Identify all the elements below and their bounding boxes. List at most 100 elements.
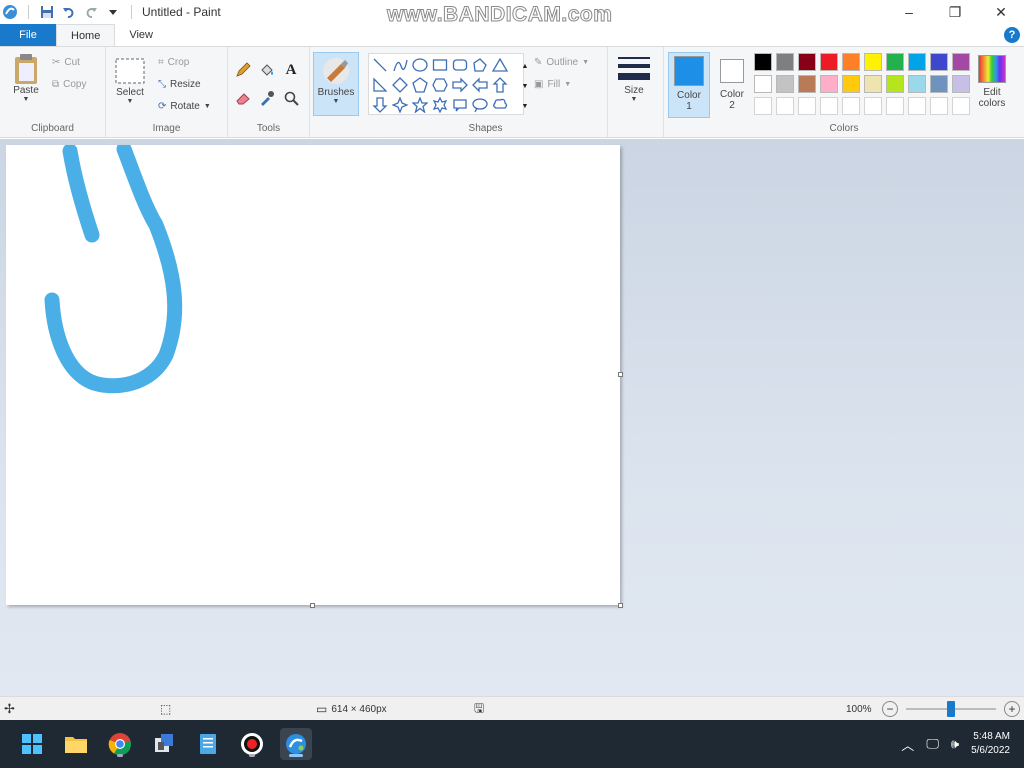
custom-color-slot[interactable] <box>776 97 794 115</box>
color1-button[interactable]: Color 1 <box>668 52 710 118</box>
canvas-resize-handle-bottom[interactable] <box>310 603 315 608</box>
palette-swatch[interactable] <box>886 53 904 71</box>
color-picker-icon[interactable] <box>258 89 276 107</box>
custom-color-slot[interactable] <box>952 97 970 115</box>
file-explorer-taskbar-button[interactable] <box>60 728 92 760</box>
app-taskbar-button[interactable] <box>148 728 180 760</box>
custom-color-slot[interactable] <box>930 97 948 115</box>
polygon-shape-icon[interactable] <box>471 56 489 74</box>
edit-colors-button[interactable]: Edit colors <box>972 55 1012 109</box>
paint-app-icon[interactable] <box>2 4 18 20</box>
six-point-star-shape-icon[interactable] <box>431 96 449 114</box>
start-button[interactable] <box>16 728 48 760</box>
crop-button[interactable]: ⌗ Crop <box>158 57 189 68</box>
chevron-up-icon[interactable]: ︿ <box>901 735 914 754</box>
palette-swatch[interactable] <box>776 53 794 71</box>
color2-button[interactable]: Color 2 <box>712 53 752 111</box>
pencil-icon[interactable] <box>234 61 252 79</box>
copy-button[interactable]: ⧉ Copy <box>52 79 87 90</box>
canvas-resize-handle-corner[interactable] <box>618 603 623 608</box>
select-button[interactable]: Select ▼ <box>114 55 146 105</box>
palette-swatch[interactable] <box>930 75 948 93</box>
cloud-callout-shape-icon[interactable] <box>491 96 509 114</box>
outline-button[interactable]: ✎ Outline ▼ <box>534 57 589 68</box>
redo-icon[interactable] <box>83 4 99 20</box>
left-arrow-shape-icon[interactable] <box>471 76 489 94</box>
palette-swatch[interactable] <box>864 75 882 93</box>
palette-swatch[interactable] <box>754 53 772 71</box>
custom-color-slot[interactable] <box>886 97 904 115</box>
hexagon-shape-icon[interactable] <box>431 76 449 94</box>
palette-swatch[interactable] <box>776 75 794 93</box>
palette-swatch[interactable] <box>820 53 838 71</box>
size-button[interactable]: Size ▼ <box>618 53 650 103</box>
fill-bucket-icon[interactable] <box>258 61 276 79</box>
chrome-taskbar-button[interactable] <box>104 728 136 760</box>
five-point-star-shape-icon[interactable] <box>411 96 429 114</box>
custom-color-slot[interactable] <box>908 97 926 115</box>
volume-icon[interactable]: 🕪 <box>951 736 959 752</box>
oval-callout-shape-icon[interactable] <box>471 96 489 114</box>
palette-swatch[interactable] <box>952 75 970 93</box>
zoom-slider-thumb[interactable] <box>947 701 955 717</box>
zoom-out-button[interactable]: − <box>882 701 898 717</box>
notepad-taskbar-button[interactable] <box>192 728 224 760</box>
resize-button[interactable]: ⤡ Resize <box>158 79 201 90</box>
pentagon-shape-icon[interactable] <box>411 76 429 94</box>
bandicam-taskbar-button[interactable] <box>236 728 268 760</box>
custom-color-slot[interactable] <box>798 97 816 115</box>
rectangle-shape-icon[interactable] <box>431 56 449 74</box>
magnifier-icon[interactable] <box>282 89 300 107</box>
zoom-in-button[interactable]: + <box>1004 701 1020 717</box>
minimize-button[interactable]: – <box>886 0 932 24</box>
shapes-expand-icon[interactable]: ▼ <box>516 97 534 115</box>
palette-swatch[interactable] <box>842 53 860 71</box>
tab-home[interactable]: Home <box>56 24 116 46</box>
text-tool-icon[interactable]: A <box>282 61 300 79</box>
save-icon[interactable] <box>39 4 55 20</box>
oval-shape-icon[interactable] <box>411 56 429 74</box>
canvas-resize-handle-right[interactable] <box>618 372 623 377</box>
palette-swatch[interactable] <box>930 53 948 71</box>
custom-color-slot[interactable] <box>864 97 882 115</box>
palette-swatch[interactable] <box>864 53 882 71</box>
paste-button[interactable]: Paste ▼ <box>10 53 42 103</box>
eraser-icon[interactable] <box>234 89 252 107</box>
line-shape-icon[interactable] <box>371 56 389 74</box>
cut-button[interactable]: ✂ Cut <box>52 57 80 68</box>
custom-color-slot[interactable] <box>820 97 838 115</box>
shapes-scroll-up-icon[interactable]: ▲ <box>516 57 534 75</box>
right-arrow-shape-icon[interactable] <box>451 76 469 94</box>
tab-view[interactable]: View <box>115 24 167 46</box>
palette-swatch[interactable] <box>842 75 860 93</box>
down-arrow-shape-icon[interactable] <box>371 96 389 114</box>
maximize-button[interactable]: ❐ <box>932 0 978 24</box>
palette-swatch[interactable] <box>798 75 816 93</box>
paint-taskbar-button[interactable] <box>280 728 312 760</box>
four-point-star-shape-icon[interactable] <box>391 96 409 114</box>
diamond-shape-icon[interactable] <box>391 76 409 94</box>
fill-button[interactable]: ▣ Fill ▼ <box>534 79 571 90</box>
help-button[interactable]: ? <box>1004 27 1020 43</box>
custom-color-slot[interactable] <box>842 97 860 115</box>
undo-icon[interactable] <box>61 4 77 20</box>
right-triangle-shape-icon[interactable] <box>371 76 389 94</box>
up-arrow-shape-icon[interactable] <box>491 76 509 94</box>
drawing-canvas[interactable] <box>6 141 620 605</box>
palette-swatch[interactable] <box>952 53 970 71</box>
customize-qat-icon[interactable] <box>105 4 121 20</box>
shapes-scroll-down-icon[interactable]: ▼ <box>516 77 534 95</box>
clock[interactable]: 5:48 AM 5/6/2022 <box>971 730 1010 758</box>
palette-swatch[interactable] <box>886 75 904 93</box>
palette-swatch[interactable] <box>908 75 926 93</box>
network-icon[interactable]: 🖵 <box>926 736 939 752</box>
palette-swatch[interactable] <box>908 53 926 71</box>
rounded-callout-shape-icon[interactable] <box>451 96 469 114</box>
palette-swatch[interactable] <box>754 75 772 93</box>
rounded-rectangle-shape-icon[interactable] <box>451 56 469 74</box>
rotate-button[interactable]: ⟳ Rotate ▼ <box>158 101 211 112</box>
tab-file[interactable]: File <box>0 24 56 46</box>
brushes-button[interactable]: Brushes ▼ <box>313 52 359 116</box>
curve-shape-icon[interactable] <box>391 56 409 74</box>
custom-color-slot[interactable] <box>754 97 772 115</box>
